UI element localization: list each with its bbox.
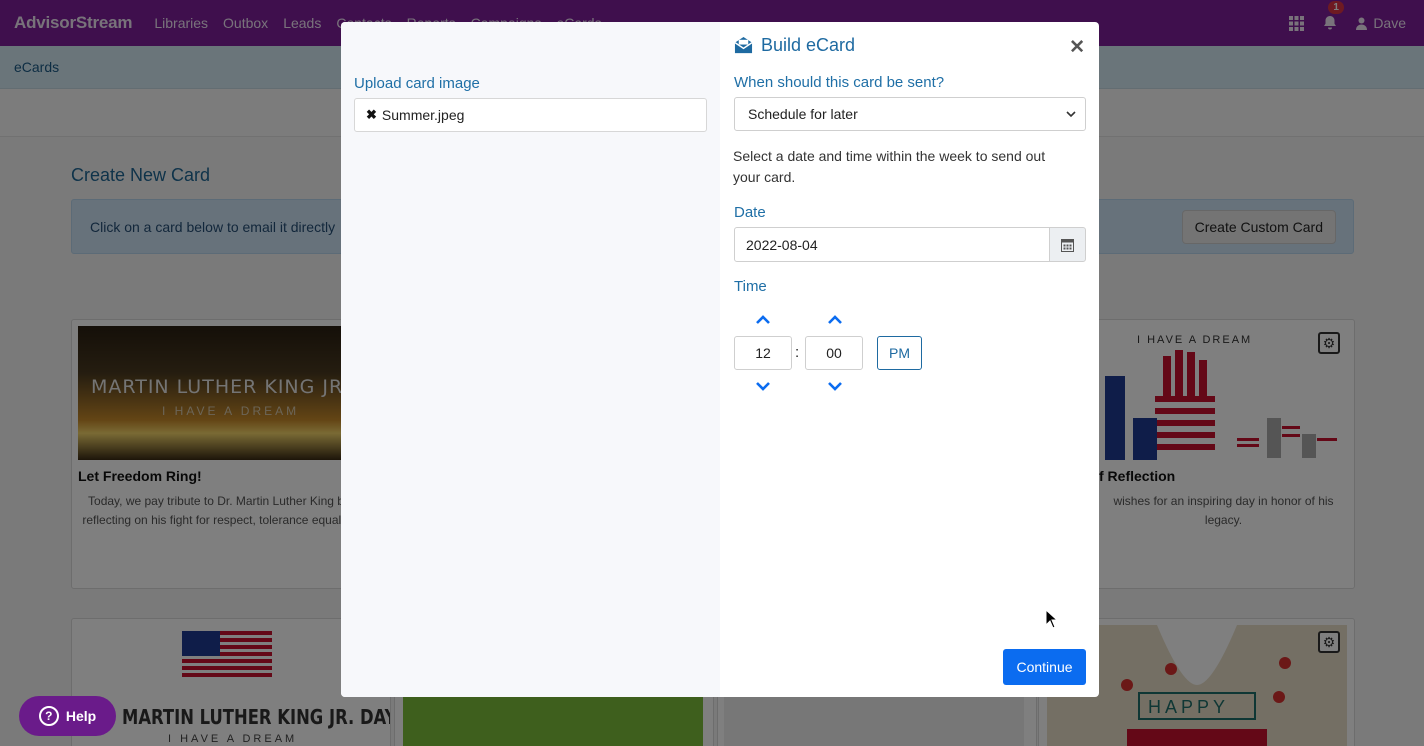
send-question-label: When should this card be sent? [734,74,945,91]
help-label: Help [65,708,97,724]
date-value: 2022-08-04 [746,236,818,253]
calendar-button[interactable] [1049,227,1086,262]
time-label: Time [734,278,767,295]
upload-panel: Upload card image ✖ Summer.jpeg [341,22,720,697]
help-button[interactable]: ? Help [19,696,116,736]
mouse-cursor-icon [1045,609,1059,629]
hour-value: 12 [755,345,771,361]
send-timing-value: Schedule for later [748,106,858,122]
minute-value: 00 [826,345,842,361]
file-name: Summer.jpeg [381,107,465,123]
question-icon: ? [38,706,59,726]
hour-input[interactable]: 12 [734,336,792,370]
uploaded-file: ✖ Summer.jpeg [354,98,707,132]
minute-input[interactable]: 00 [805,336,863,370]
modal-title: Build eCard [761,35,856,55]
minute-up-icon[interactable] [827,315,843,325]
upload-label: Upload card image [354,75,480,92]
schedule-panel: Build eCard ✕ When should this card be s… [720,22,1099,697]
modal-header: Build eCard [734,35,855,56]
schedule-help-text: Select a date and time within the week t… [733,148,1046,185]
remove-file-icon[interactable]: ✖ [366,107,377,123]
envelope-open-icon [734,36,753,54]
time-separator: : [795,344,800,361]
close-icon[interactable]: ✕ [1069,38,1085,57]
send-timing-select[interactable]: Schedule for later [734,97,1086,131]
hour-up-icon[interactable] [755,315,771,325]
build-ecard-modal: Upload card image ✖ Summer.jpeg Build eC… [341,22,1099,697]
am-pm-toggle[interactable]: PM [877,336,922,370]
minute-down-icon[interactable] [827,381,843,391]
date-label: Date [734,204,766,221]
calendar-icon [1061,238,1074,252]
continue-button[interactable]: Continue [1003,649,1086,685]
hour-down-icon[interactable] [755,381,771,391]
chevron-down-icon [1066,111,1076,118]
date-input[interactable]: 2022-08-04 [734,227,1050,262]
